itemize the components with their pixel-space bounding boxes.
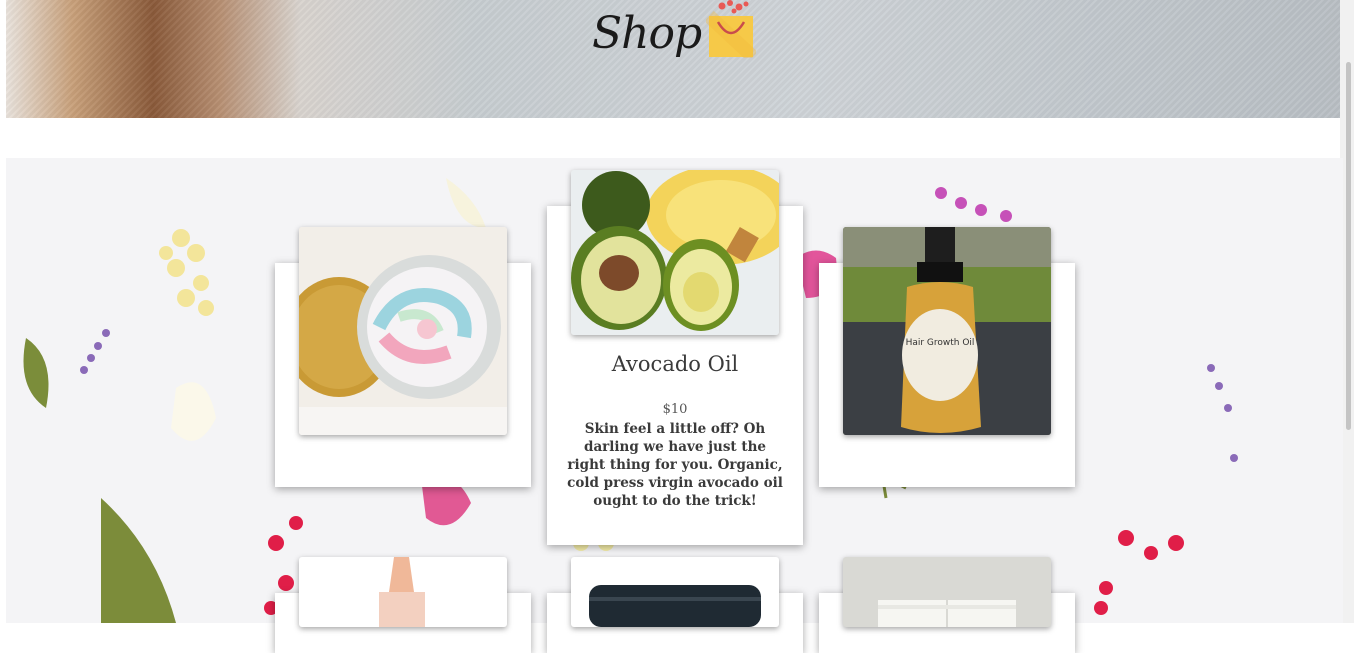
- scrollbar-thumb[interactable]: [1346, 62, 1351, 430]
- product-price: $10: [662, 402, 688, 417]
- product-image-jar[interactable]: [571, 557, 779, 627]
- product-title[interactable]: Avocado Oil: [547, 352, 803, 376]
- product-image-avocado-oil[interactable]: [571, 170, 779, 335]
- product-image-dropper-bottle[interactable]: [299, 557, 507, 627]
- svg-text:Hair Growth Oil: Hair Growth Oil: [906, 338, 975, 348]
- product-description: Skin feel a little off? Oh darling we ha…: [567, 421, 783, 509]
- product-image-bottles[interactable]: [843, 557, 1051, 627]
- shopping-bag-icon: [706, 0, 756, 58]
- product-image-hair-growth-oil[interactable]: Hair Growth Oil: [843, 227, 1051, 435]
- page-title: Shop: [592, 8, 702, 59]
- product-image-body-butter[interactable]: [299, 227, 507, 435]
